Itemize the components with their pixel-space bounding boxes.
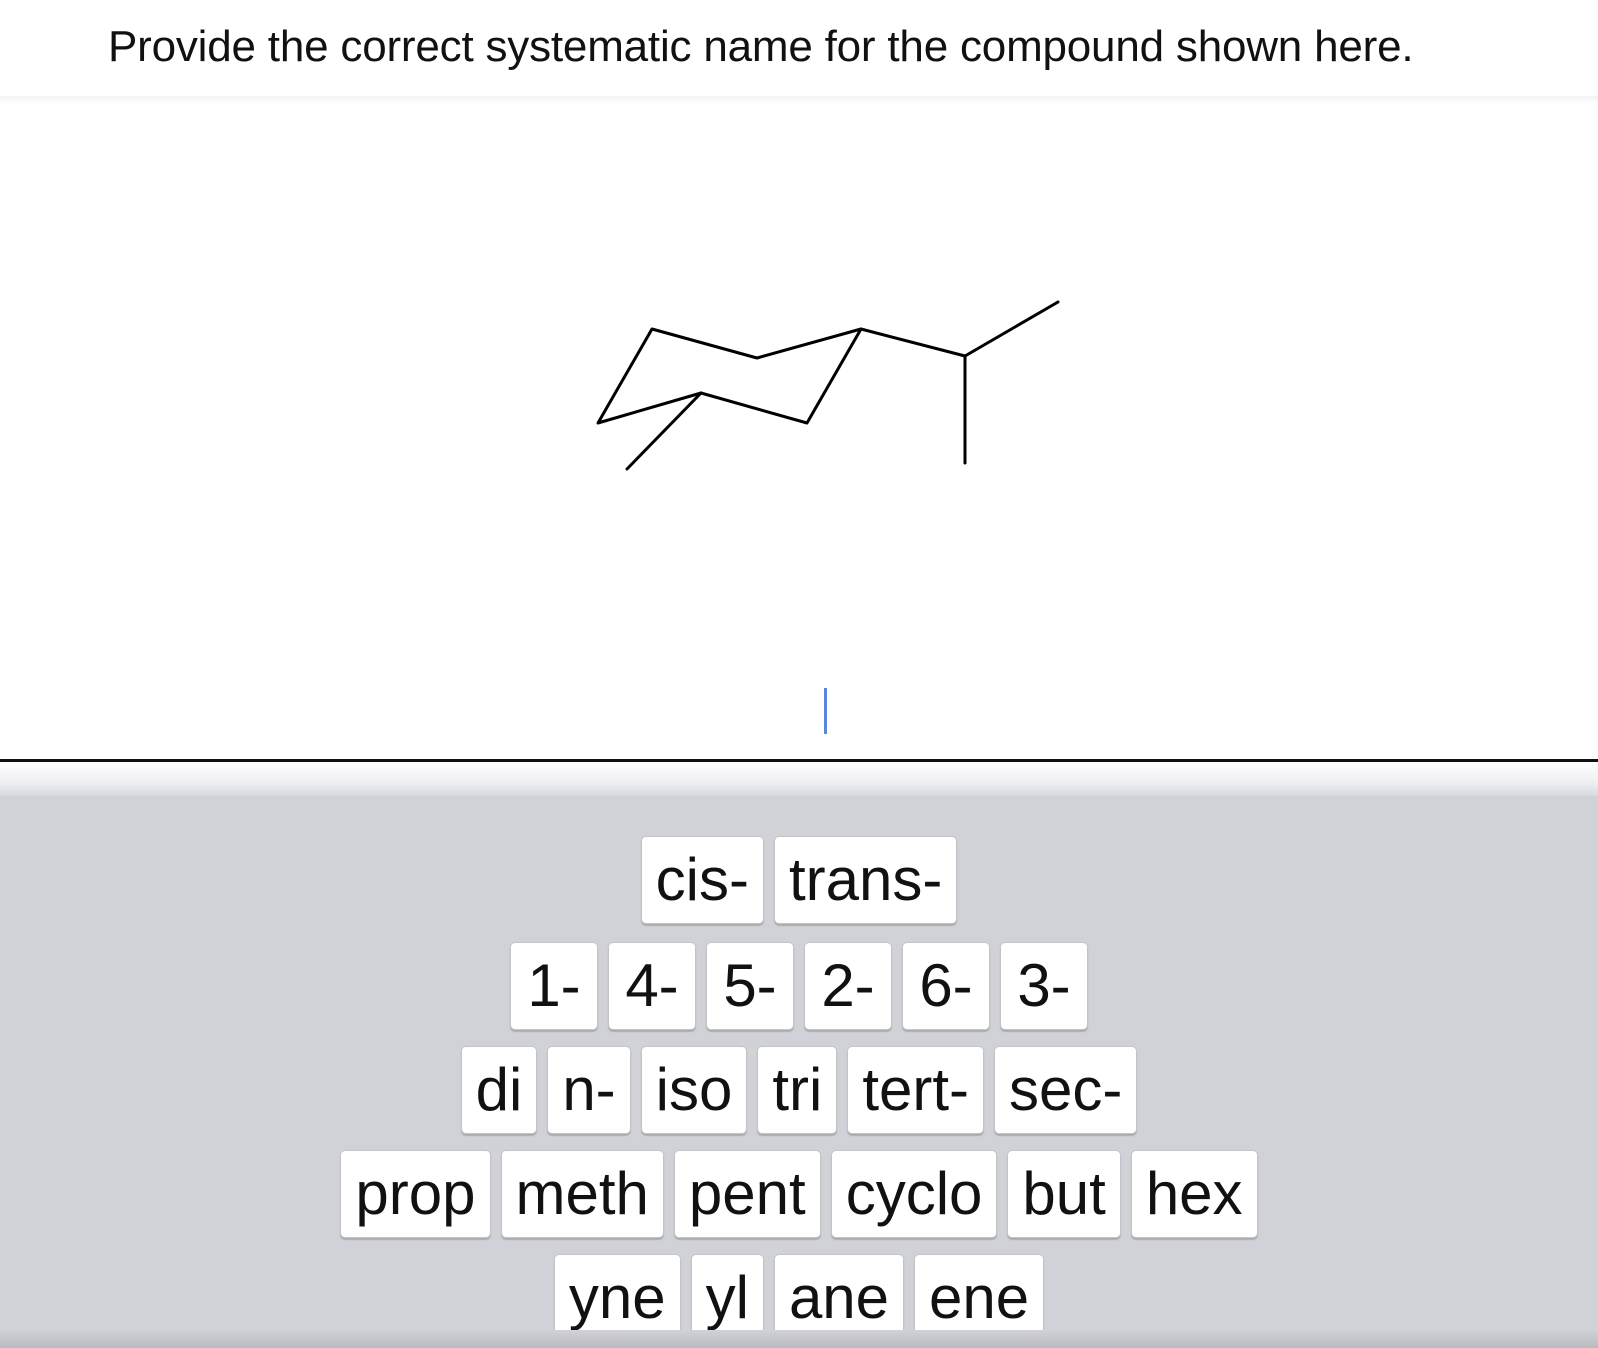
ring-bonds — [596, 327, 863, 425]
key-di[interactable]: di — [460, 1046, 538, 1134]
key-n[interactable]: n- — [547, 1046, 631, 1134]
keyboard-row-prefixes: di n- iso tri tert- sec- — [0, 1046, 1598, 1138]
key-sec[interactable]: sec- — [994, 1046, 1138, 1134]
text-caret — [824, 688, 827, 734]
key-locant-3[interactable]: 3- — [1000, 942, 1088, 1030]
keyboard-top-shade — [0, 762, 1598, 796]
key-locant-1[interactable]: 1- — [510, 942, 598, 1030]
key-locant-2[interactable]: 2- — [804, 942, 892, 1030]
key-locant-6[interactable]: 6- — [902, 942, 990, 1030]
keyboard-row-locants: 1- 4- 5- 2- 6- 3- — [0, 942, 1598, 1034]
keyboard-row-stereo: cis- trans- — [0, 836, 1598, 928]
key-tri[interactable]: tri — [757, 1046, 838, 1134]
isopropyl-bond — [859, 327, 967, 358]
term-keyboard: cis- trans- 1- 4- 5- 2- 6- 3- di n- iso … — [0, 796, 1598, 1348]
cyclohexane-chair-structure-icon — [596, 300, 1060, 471]
key-prop[interactable]: prop — [340, 1150, 491, 1238]
key-yne[interactable]: yne — [553, 1254, 681, 1342]
key-locant-4[interactable]: 4- — [608, 942, 696, 1030]
isopropyl-methyl-up — [963, 300, 1060, 358]
key-trans[interactable]: trans- — [773, 836, 958, 924]
key-locant-5[interactable]: 5- — [706, 942, 794, 1030]
key-but[interactable]: but — [1007, 1150, 1121, 1238]
key-yl[interactable]: yl — [690, 1254, 764, 1342]
header-divider — [0, 96, 1598, 104]
question-header: Provide the correct systematic name for … — [0, 0, 1598, 100]
question-text: Provide the correct systematic name for … — [108, 22, 1414, 71]
key-cis[interactable]: cis- — [640, 836, 764, 924]
key-cyclo[interactable]: cyclo — [830, 1150, 998, 1238]
answer-input[interactable] — [0, 660, 1598, 762]
key-ane[interactable]: ane — [773, 1254, 905, 1342]
app-root: Provide the correct systematic name for … — [0, 0, 1598, 1348]
key-meth[interactable]: meth — [500, 1150, 664, 1238]
key-iso[interactable]: iso — [640, 1046, 748, 1134]
keyboard-row-roots: prop meth pent cyclo but hex — [0, 1150, 1598, 1242]
key-tert[interactable]: tert- — [847, 1046, 985, 1134]
key-hex[interactable]: hex — [1130, 1150, 1258, 1238]
key-ene[interactable]: ene — [914, 1254, 1045, 1342]
key-pent[interactable]: pent — [673, 1150, 821, 1238]
keyboard-bottom-shade — [0, 1330, 1598, 1348]
